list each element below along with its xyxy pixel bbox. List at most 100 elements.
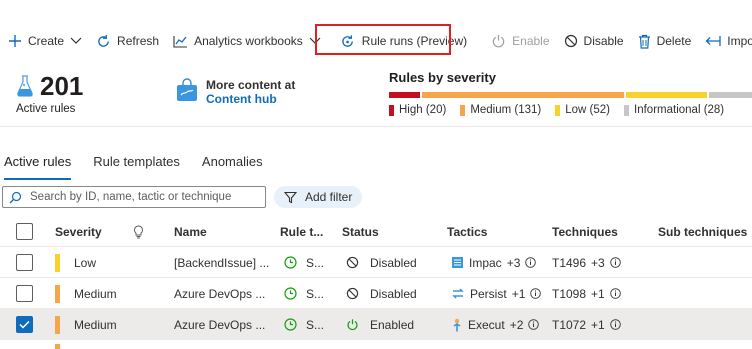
power-icon (492, 34, 505, 47)
clock-icon (284, 287, 297, 300)
enable-label: Enable (512, 34, 550, 48)
header-status[interactable]: Status (342, 216, 379, 247)
rule-type-value: S... (306, 286, 325, 301)
header-tactics[interactable]: Tactics (447, 216, 487, 247)
severity-cell: Medium (55, 278, 117, 309)
clock-icon (284, 318, 297, 331)
technique-more[interactable]: +1 (591, 318, 605, 332)
severity-legend-item: Medium (131) (460, 104, 541, 116)
row-checkbox[interactable] (16, 254, 33, 271)
enable-button[interactable]: Enable (484, 24, 556, 58)
select-all-checkbox[interactable] (16, 223, 33, 240)
status-value: Disabled (370, 286, 417, 301)
search-input[interactable] (30, 191, 250, 203)
severity-legend-item: Low (52) (555, 104, 610, 116)
status-value: Enabled (370, 317, 415, 332)
severity-indicator (55, 284, 60, 303)
highlight-rectangle (315, 24, 451, 55)
table-row[interactable]: Low [BackendIssue] ... S... Disabled Imp… (0, 247, 752, 278)
persistence-icon (452, 288, 464, 299)
tactic-value: Execut (468, 317, 505, 332)
technique-more[interactable]: +1 (591, 287, 605, 301)
disable-button[interactable]: Disable (557, 24, 631, 58)
tab-rule-templates[interactable]: Rule templates (89, 152, 184, 180)
hub-text-line1: More content at (206, 78, 296, 92)
tactics-cell: Execut +2 (451, 309, 540, 340)
status-value: Disabled (370, 255, 417, 270)
technique-value: T1072 (552, 317, 587, 332)
table-row[interactable]: Medium Azure DevOps ... S... Enabled Exe… (0, 309, 752, 340)
tab-anomalies[interactable]: Anomalies (198, 152, 267, 180)
technique-value: T1098 (552, 286, 587, 301)
create-button[interactable]: Create (0, 24, 89, 58)
content-hub-link[interactable]: More content at Content hub (176, 78, 295, 106)
techniques-cell: T1098 +1 (552, 278, 621, 309)
summary-panel: 201 Active rules More content at Content… (0, 68, 752, 126)
severity-cell: Medium (55, 309, 117, 340)
severity-indicator (55, 253, 60, 272)
add-filter-button[interactable]: Add filter (274, 186, 363, 208)
severity-indicator (55, 315, 60, 334)
create-label: Create (28, 34, 65, 48)
rule-type-value: S... (306, 317, 325, 332)
rule-name[interactable]: Azure DevOps ... (174, 309, 265, 340)
execution-icon (453, 318, 461, 331)
rule-name[interactable]: Azure DevOps ... (174, 278, 265, 309)
next-row-severity-indicator (55, 344, 60, 349)
tactic-more[interactable]: +2 (510, 318, 524, 332)
header-lightbulb[interactable] (133, 216, 144, 247)
severity-cell: Low (55, 247, 96, 278)
status-cell: Disabled (346, 278, 417, 309)
rule-type-cell: S... (284, 247, 324, 278)
table-row[interactable]: Medium Azure DevOps ... S... Disabled Pe… (0, 278, 752, 309)
delete-button[interactable]: Delete (631, 24, 699, 58)
checkmark-icon (19, 320, 30, 329)
rule-type-cell: S... (284, 278, 324, 309)
refresh-icon (98, 34, 109, 47)
chart-line-icon (173, 35, 188, 48)
content-hub-link-text[interactable]: Content hub (206, 92, 295, 106)
block-icon (346, 256, 359, 269)
import-button[interactable]: Import (698, 24, 752, 58)
analytics-workbooks-button[interactable]: Analytics workbooks (166, 24, 328, 58)
info-icon[interactable] (609, 288, 621, 299)
search-icon (9, 191, 22, 203)
table-header: Severity Name Rule t... Status Tactics T… (0, 216, 752, 247)
row-checkbox[interactable] (16, 285, 33, 302)
tactic-more[interactable]: +3 (507, 256, 521, 270)
trash-icon (638, 34, 650, 49)
header-severity[interactable]: Severity (55, 216, 102, 247)
row-checkbox[interactable] (16, 316, 33, 333)
flask-icon (17, 75, 33, 97)
impact-icon (452, 257, 463, 268)
chevron-down-icon (70, 37, 82, 44)
info-icon[interactable] (525, 257, 537, 268)
info-icon[interactable] (609, 319, 621, 330)
tactic-more[interactable]: +1 (512, 287, 526, 301)
techniques-cell: T1072 +1 (552, 309, 621, 340)
rule-name[interactable]: [BackendIssue] ... (174, 247, 269, 278)
info-icon[interactable] (530, 288, 542, 299)
severity-value: Low (74, 255, 97, 270)
active-rules-count: 201 Active rules (16, 72, 83, 115)
refresh-button[interactable]: Refresh (89, 24, 166, 58)
active-count: 201 (40, 71, 84, 101)
block-icon (346, 287, 359, 300)
header-techniques[interactable]: Techniques (552, 216, 618, 247)
tab-active-rules[interactable]: Active rules (0, 152, 75, 180)
header-sub-techniques[interactable]: Sub techniques (658, 216, 747, 247)
filter-icon (284, 191, 297, 203)
import-label: Import (727, 34, 752, 48)
header-rule-type[interactable]: Rule t... (280, 216, 323, 247)
severity-legend-label: Low (52) (565, 104, 611, 116)
header-name[interactable]: Name (174, 216, 207, 247)
block-icon (564, 34, 577, 48)
info-icon[interactable] (528, 319, 540, 330)
rules-table: Severity Name Rule t... Status Tactics T… (0, 216, 752, 340)
delete-label: Delete (656, 34, 692, 48)
search-box[interactable] (2, 186, 266, 208)
info-icon[interactable] (609, 257, 621, 268)
divider (0, 126, 752, 127)
technique-more[interactable]: +3 (591, 256, 605, 270)
import-icon (705, 36, 721, 46)
